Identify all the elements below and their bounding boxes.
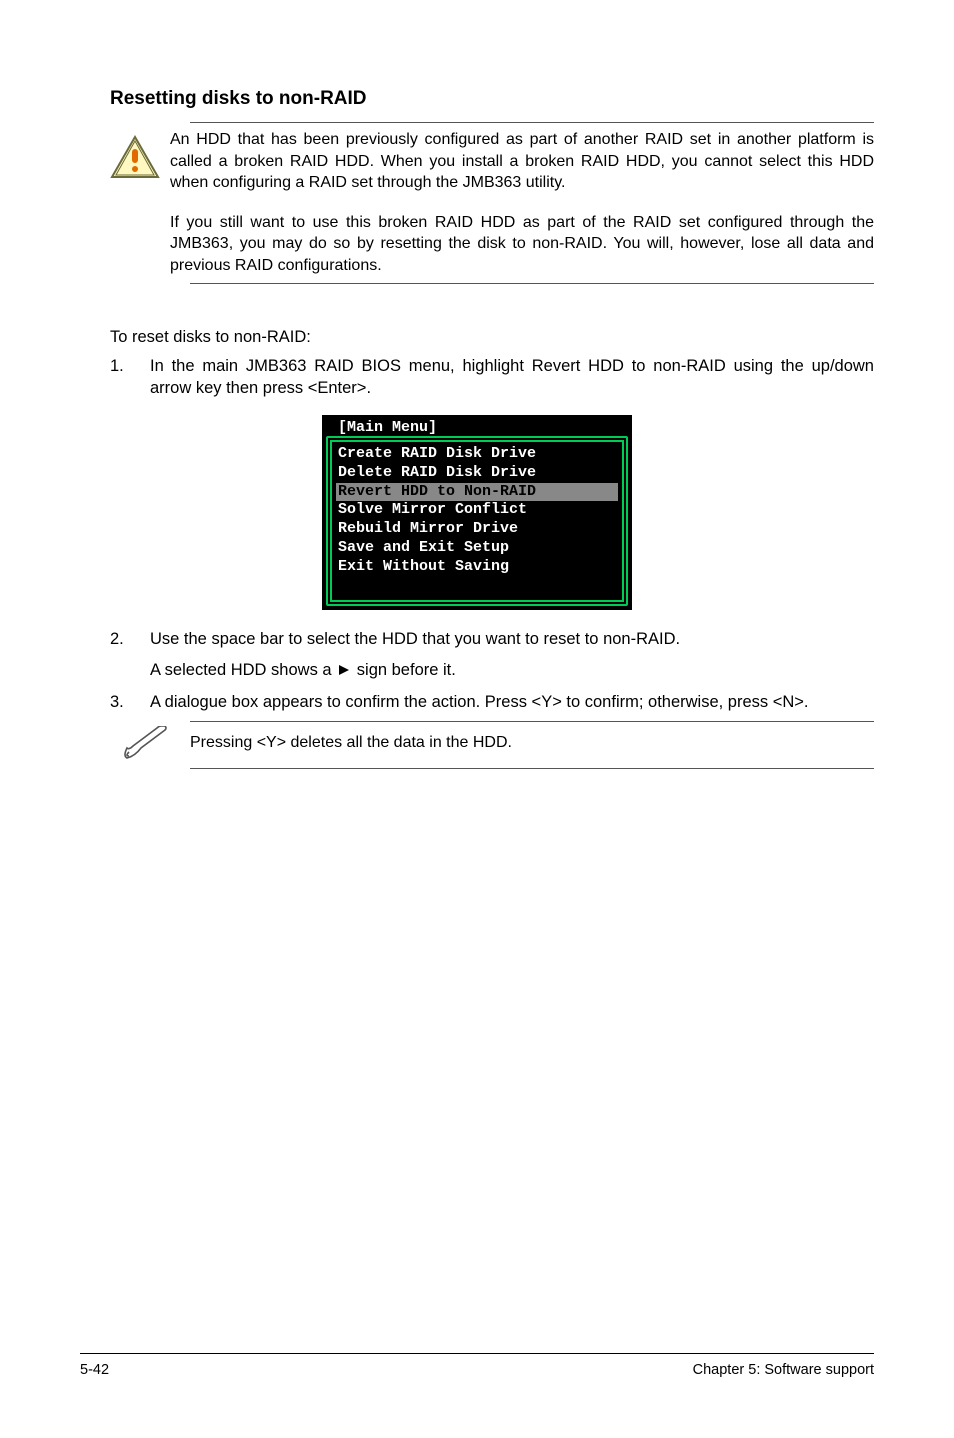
menu-item-exit-nosave: Exit Without Saving — [336, 558, 618, 577]
chapter-label: Chapter 5: Software support — [693, 1362, 874, 1378]
warning-p1: An HDD that has been previously configur… — [170, 129, 874, 194]
divider — [190, 122, 874, 123]
step-3: 3. A dialogue box appears to confirm the… — [80, 691, 874, 713]
step-2: 2. Use the space bar to select the HDD t… — [80, 628, 874, 681]
step-1: 1. In the main JMB363 RAID BIOS menu, hi… — [80, 355, 874, 400]
step-2-line-2: A selected HDD shows a sign before it. — [150, 659, 874, 681]
main-menu-terminal: [Main Menu] Create RAID Disk Drive Delet… — [322, 415, 632, 610]
menu-outer-border: Create RAID Disk Drive Delete RAID Disk … — [326, 436, 628, 606]
divider — [190, 721, 874, 722]
note-icon-cell — [100, 726, 190, 760]
menu-item-create: Create RAID Disk Drive — [336, 445, 618, 464]
divider — [190, 768, 874, 769]
menu-item-rebuild: Rebuild Mirror Drive — [336, 520, 618, 539]
warning-callout: An HDD that has been previously configur… — [80, 129, 874, 277]
pencil-note-icon — [121, 726, 169, 760]
warning-triangle-icon — [110, 135, 160, 179]
page-footer: 5-42 Chapter 5: Software support — [80, 1353, 874, 1378]
step-2-prefix: A selected HDD shows a — [150, 661, 332, 679]
note-text: Pressing <Y> deletes all the data in the… — [190, 734, 512, 752]
intro-text: To reset disks to non-RAID: — [80, 328, 874, 347]
menu-inner-border: Create RAID Disk Drive Delete RAID Disk … — [330, 440, 624, 602]
divider — [190, 283, 874, 284]
step-2-line-1: Use the space bar to select the HDD that… — [150, 628, 874, 650]
menu-item-save-exit: Save and Exit Setup — [336, 539, 618, 558]
page-container: Resetting disks to non-RAID An HDD that … — [0, 0, 954, 1438]
warning-text: An HDD that has been previously configur… — [170, 129, 874, 277]
step-body: In the main JMB363 RAID BIOS menu, highl… — [150, 355, 874, 400]
warning-icon-cell — [80, 129, 170, 179]
step-number: 3. — [110, 691, 150, 713]
page-number: 5-42 — [80, 1362, 109, 1378]
menu-title: [Main Menu] — [326, 419, 628, 436]
step-2-suffix: sign before it. — [357, 661, 456, 679]
menu-item-revert-selected: Revert HDD to Non-RAID — [336, 483, 618, 502]
terminal-screenshot: [Main Menu] Create RAID Disk Drive Delet… — [80, 415, 874, 610]
step-number: 2. — [110, 628, 150, 681]
step-body: Use the space bar to select the HDD that… — [150, 628, 874, 681]
step-number: 1. — [110, 355, 150, 400]
triangle-right-icon — [338, 661, 355, 679]
note-callout: Pressing <Y> deletes all the data in the… — [80, 726, 874, 760]
menu-item-solve: Solve Mirror Conflict — [336, 501, 618, 520]
step-body: A dialogue box appears to confirm the ac… — [150, 691, 874, 713]
warning-p2: If you still want to use this broken RAI… — [170, 212, 874, 277]
section-heading: Resetting disks to non-RAID — [80, 88, 874, 110]
menu-item-delete: Delete RAID Disk Drive — [336, 464, 618, 483]
